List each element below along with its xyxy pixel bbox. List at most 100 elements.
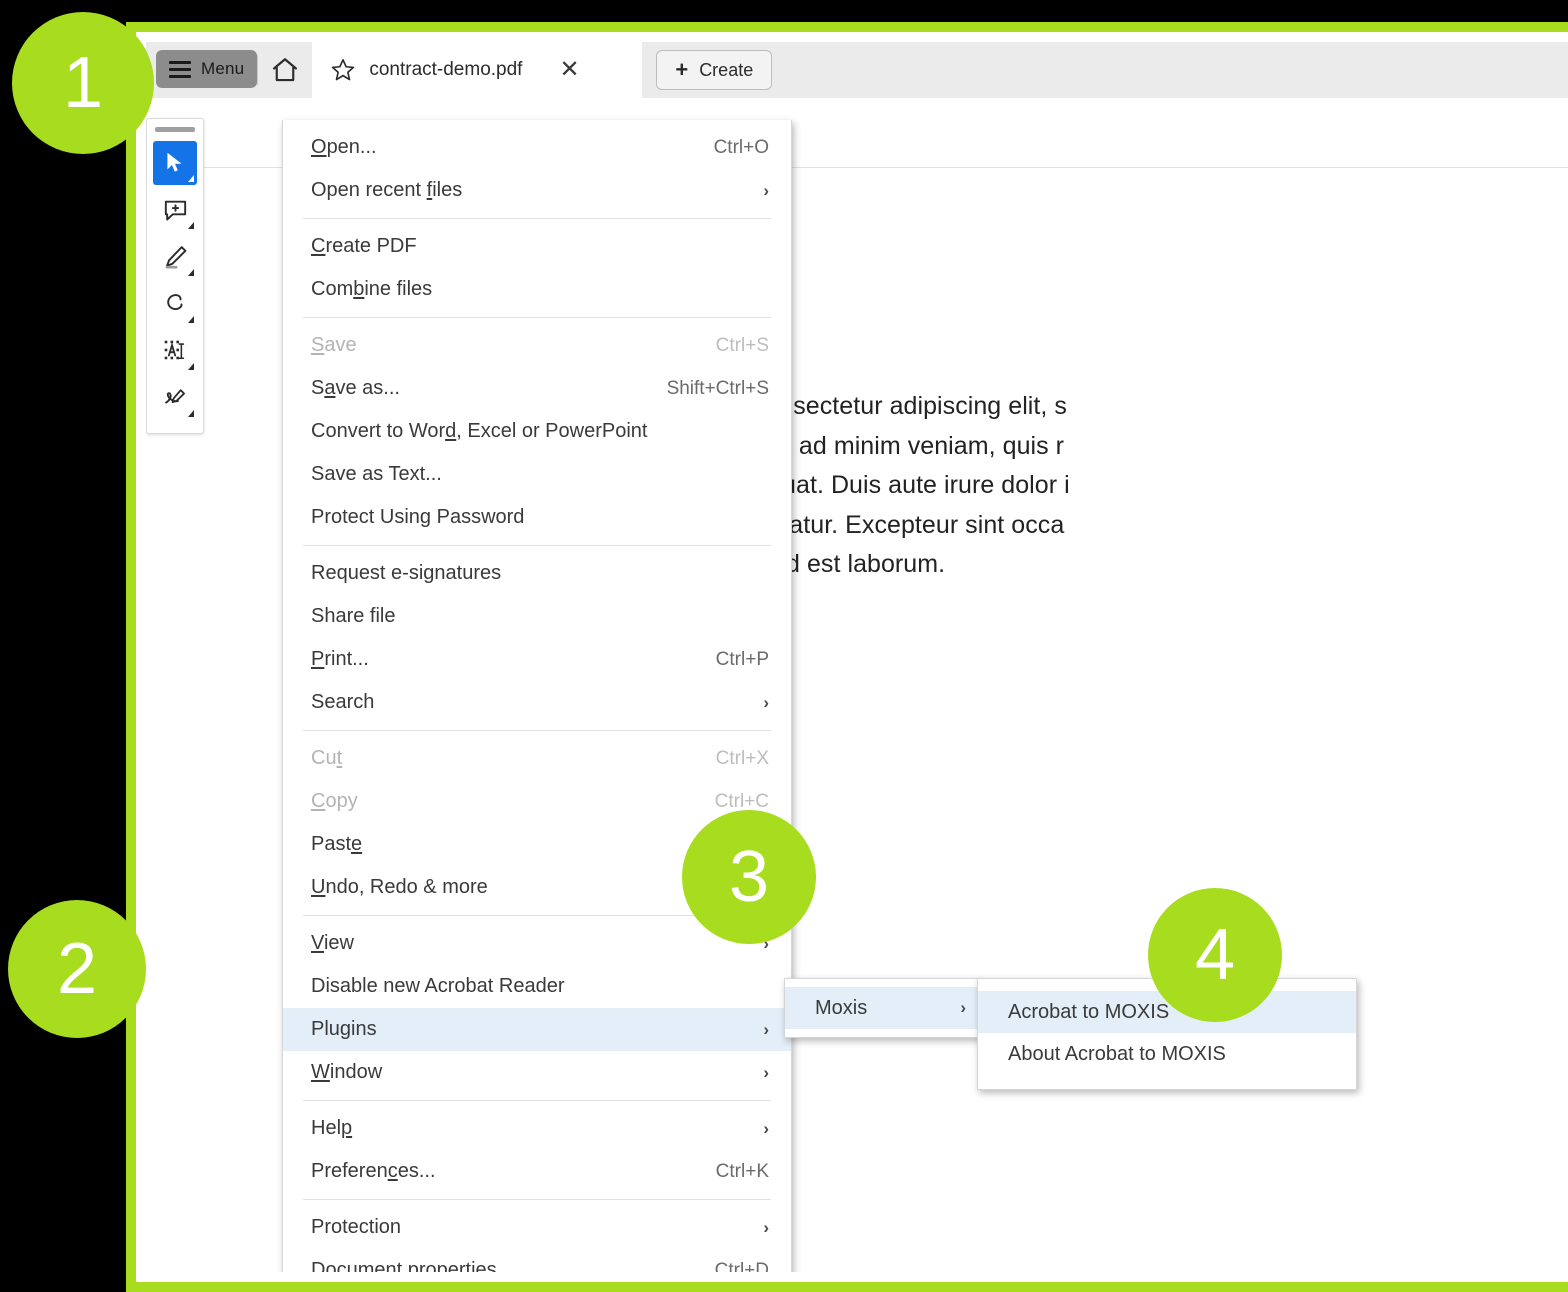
menu-item-label: Combine files (311, 278, 432, 301)
menu-item-help[interactable]: Help › (283, 1107, 791, 1150)
menu-item-open-recent-files[interactable]: Open recent files› (283, 169, 791, 212)
document-tab[interactable]: contract-demo.pdf ✕ (312, 42, 642, 98)
step-badge-4: 4 (1148, 888, 1282, 1022)
menu-item-label: Acrobat to MOXIS (1008, 1001, 1169, 1024)
home-button[interactable] (258, 42, 312, 98)
menu-item-save-as[interactable]: Save as... Shift+Ctrl+S (283, 367, 791, 410)
select-tool[interactable] (153, 141, 197, 185)
plugins-submenu: Moxis › (784, 978, 981, 1038)
close-icon[interactable]: ✕ (559, 58, 579, 82)
comment-tool[interactable] (153, 188, 197, 232)
menu-item-save: Save Ctrl+S (283, 324, 791, 367)
rail-drag-handle[interactable] (155, 127, 195, 132)
menu-item-window[interactable]: Window› (283, 1051, 791, 1094)
main-menu-dropdown: Open...Ctrl+OOpen recent files› Create PD… (282, 120, 792, 1272)
menu-item-save-as-text[interactable]: Save as Text... (283, 453, 791, 496)
menu-item-shortcut: Ctrl+S (716, 335, 769, 357)
menu-item-label: Save as Text... (311, 463, 442, 486)
menu-item-label: Cut (311, 747, 342, 770)
menu-item-label: Search (311, 691, 374, 714)
chevron-right-icon: › (763, 693, 769, 713)
menu-item-search[interactable]: Search › (283, 681, 791, 724)
tab-title: contract-demo.pdf (369, 59, 522, 81)
menu-item-print[interactable]: Print... Ctrl+P (283, 638, 791, 681)
step-badge-2: 2 (8, 900, 146, 1038)
menu-item-share-file[interactable]: Share file (283, 595, 791, 638)
menu-separator (303, 730, 771, 731)
chevron-down-icon (188, 222, 194, 229)
menu-item-shortcut: Ctrl+O (714, 137, 769, 159)
menu-item-label: Moxis (815, 997, 867, 1020)
signature-icon (162, 385, 189, 412)
menu-item-label: View (311, 932, 354, 955)
text-edit-icon (162, 338, 189, 365)
menu-item-protection[interactable]: Protection › (283, 1206, 791, 1249)
menu-item-create-pdf[interactable]: Create PDF (283, 225, 791, 268)
menu-item-cut: Cut Ctrl+X (283, 737, 791, 780)
menu-item-label: Help (311, 1117, 352, 1140)
tab-bar: Menu contract-demo.pdf ✕ + Create (146, 42, 1568, 98)
menu-item-shortcut: Ctrl+P (716, 649, 769, 671)
pen-highlight-icon (162, 244, 189, 271)
menu-item-label: Print... (311, 648, 369, 671)
menu-item-combine-files[interactable]: Combine files (283, 268, 791, 311)
menu-item-shortcut: Shift+Ctrl+S (667, 378, 769, 400)
menu-item-label: Disable new Acrobat Reader (311, 975, 564, 998)
chevron-right-icon: › (763, 1218, 769, 1238)
highlight-frame: Menu contract-demo.pdf ✕ + Create (126, 22, 1568, 1292)
menu-item-label: Save (311, 334, 357, 357)
menu-separator (303, 545, 771, 546)
hamburger-icon (169, 61, 191, 78)
moxis-item-about-acrobat-to-moxis[interactable]: About Acrobat to MOXIS (978, 1033, 1356, 1075)
home-icon (270, 55, 300, 85)
menu-item-label: Convert to Word, Excel or PowerPoint (311, 420, 647, 443)
chevron-down-icon (188, 175, 194, 182)
menu-item-label: Document properties... (311, 1259, 513, 1272)
menu-item-shortcut: Ctrl+D (715, 1260, 769, 1273)
draw-tool[interactable] (153, 282, 197, 326)
menu-item-label: Paste (311, 833, 362, 856)
menu-item-open[interactable]: Open...Ctrl+O (283, 126, 791, 169)
menu-item-label: Copy (311, 790, 358, 813)
create-button[interactable]: + Create (656, 50, 772, 90)
menu-item-document-properties[interactable]: Document properties... Ctrl+D (283, 1249, 791, 1272)
menu-item-preferences[interactable]: Preferences...Ctrl+K (283, 1150, 791, 1193)
star-outline-icon[interactable] (330, 57, 356, 83)
chevron-right-icon: › (960, 998, 966, 1018)
menu-item-protect-using-password[interactable]: Protect Using Password (283, 496, 791, 539)
menu-item-convert-to-word-excel-or-powerpoint[interactable]: Convert to Word, Excel or PowerPoint (283, 410, 791, 453)
menu-item-label: Request e-signatures (311, 562, 501, 585)
chevron-down-icon (188, 410, 194, 417)
menu-item-shortcut: Ctrl+X (716, 748, 769, 770)
menu-item-label: About Acrobat to MOXIS (1008, 1043, 1226, 1066)
chevron-right-icon: › (763, 1119, 769, 1139)
menu-item-label: Save as... (311, 377, 400, 400)
signature-tool[interactable] (153, 376, 197, 420)
edit-text-tool[interactable] (153, 329, 197, 373)
highlight-tool[interactable] (153, 235, 197, 279)
menu-item-request-e-signatures[interactable]: Request e-signatures (283, 552, 791, 595)
plus-icon: + (675, 59, 688, 81)
menu-item-label: Protect Using Password (311, 506, 524, 529)
add-comment-icon (162, 197, 189, 224)
menu-item-label: Window (311, 1061, 382, 1084)
menu-item-label: Plugins (311, 1018, 377, 1041)
chevron-right-icon: › (763, 181, 769, 201)
menu-separator (303, 218, 771, 219)
cursor-arrow-icon (162, 150, 188, 176)
menu-button-label: Menu (201, 59, 244, 79)
menu-item-shortcut: Ctrl+K (716, 1161, 769, 1183)
menu-button[interactable]: Menu (156, 50, 257, 88)
chevron-right-icon: › (763, 1020, 769, 1040)
freehand-draw-icon (162, 291, 189, 318)
menu-item-label: Create PDF (311, 235, 417, 258)
plugins-item-moxis[interactable]: Moxis › (785, 987, 980, 1029)
menu-item-disable-new-acrobat-reader[interactable]: Disable new Acrobat Reader (283, 965, 791, 1008)
menu-item-label: Protection (311, 1216, 401, 1239)
menu-item-plugins[interactable]: Plugins › (283, 1008, 791, 1051)
step-badge-3: 3 (682, 810, 816, 944)
menu-separator (303, 1199, 771, 1200)
quick-tools-rail (146, 118, 204, 434)
step-badge-1: 1 (12, 12, 154, 154)
menu-item-label: Undo, Redo & more (311, 876, 488, 899)
